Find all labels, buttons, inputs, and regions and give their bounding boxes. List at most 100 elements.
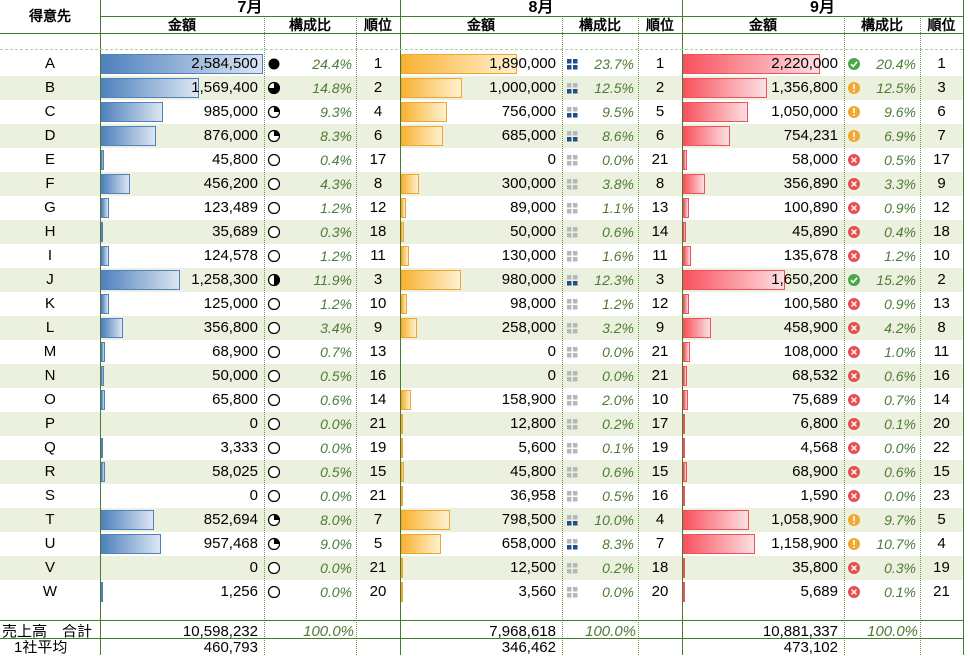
rank-jul[interactable]: 2 (356, 76, 400, 100)
amount-jul[interactable]: 456,200 (100, 172, 258, 196)
amount-jul[interactable]: 1,256 (100, 580, 258, 604)
amount-aug[interactable]: 36,958 (400, 484, 556, 508)
ratio-aug[interactable]: 1.6% (562, 244, 634, 268)
amount-jul[interactable]: 0 (100, 484, 258, 508)
ratio-aug[interactable]: 1.2% (562, 292, 634, 316)
ratio-sep[interactable]: 0.0% (844, 436, 916, 460)
ratio-aug[interactable]: 0.5% (562, 484, 634, 508)
amount-aug[interactable]: 980,000 (400, 268, 556, 292)
ratio-jul[interactable]: 0.0% (264, 436, 352, 460)
average-aug[interactable]: 346,462 (400, 640, 556, 656)
ratio-aug[interactable]: 10.0% (562, 508, 634, 532)
amount-aug[interactable]: 300,000 (400, 172, 556, 196)
ratio-aug[interactable]: 0.1% (562, 436, 634, 460)
ratio-jul[interactable]: 3.4% (264, 316, 352, 340)
customer-name[interactable]: G (0, 196, 100, 220)
rank-sep[interactable]: 20 (920, 412, 963, 436)
ratio-aug[interactable]: 12.5% (562, 76, 634, 100)
amount-aug[interactable]: 3,560 (400, 580, 556, 604)
rank-sep[interactable]: 12 (920, 196, 963, 220)
ratio-sep[interactable]: 0.0% (844, 484, 916, 508)
customer-name[interactable]: E (0, 148, 100, 172)
rank-aug[interactable]: 4 (638, 508, 682, 532)
amount-jul[interactable]: 985,000 (100, 100, 258, 124)
rank-sep[interactable]: 18 (920, 220, 963, 244)
rank-sep[interactable]: 23 (920, 484, 963, 508)
total-jul[interactable]: 10,598,232 (100, 624, 258, 640)
rank-jul[interactable]: 4 (356, 100, 400, 124)
rank-aug[interactable]: 19 (638, 436, 682, 460)
amount-sep[interactable]: 75,689 (682, 388, 838, 412)
amount-aug[interactable]: 45,800 (400, 460, 556, 484)
rank-jul[interactable]: 12 (356, 196, 400, 220)
ratio-sep[interactable]: 1.0% (844, 340, 916, 364)
amount-sep[interactable]: 100,580 (682, 292, 838, 316)
ratio-sep[interactable]: 9.7% (844, 508, 916, 532)
total-ratio-jul[interactable]: 100.0% (266, 624, 354, 640)
rank-jul[interactable]: 20 (356, 580, 400, 604)
amount-sep[interactable]: 5,689 (682, 580, 838, 604)
total-ratio-sep[interactable]: 100.0% (848, 624, 918, 640)
rank-sep[interactable]: 3 (920, 76, 963, 100)
col-header-rank-jul[interactable]: 順位 (356, 17, 400, 33)
col-header-amount-jul[interactable]: 金額 (100, 17, 264, 33)
rank-aug[interactable]: 10 (638, 388, 682, 412)
amount-jul[interactable]: 68,900 (100, 340, 258, 364)
ratio-sep[interactable]: 6.9% (844, 124, 916, 148)
rank-aug[interactable]: 11 (638, 244, 682, 268)
rank-jul[interactable]: 8 (356, 172, 400, 196)
amount-jul[interactable]: 356,800 (100, 316, 258, 340)
ratio-sep[interactable]: 0.5% (844, 148, 916, 172)
rank-jul[interactable]: 5 (356, 532, 400, 556)
customer-name[interactable]: W (0, 580, 100, 604)
rank-jul[interactable]: 3 (356, 268, 400, 292)
customer-name[interactable]: I (0, 244, 100, 268)
customer-name[interactable]: M (0, 340, 100, 364)
customer-header[interactable]: 得意先 (0, 8, 100, 24)
rank-sep[interactable]: 4 (920, 532, 963, 556)
rank-aug[interactable]: 14 (638, 220, 682, 244)
rank-jul[interactable]: 14 (356, 388, 400, 412)
ratio-jul[interactable]: 1.2% (264, 196, 352, 220)
customer-name[interactable]: P (0, 412, 100, 436)
ratio-sep[interactable]: 0.7% (844, 388, 916, 412)
amount-jul[interactable]: 876,000 (100, 124, 258, 148)
amount-jul[interactable]: 65,800 (100, 388, 258, 412)
ratio-jul[interactable]: 0.7% (264, 340, 352, 364)
rank-aug[interactable]: 21 (638, 340, 682, 364)
customer-name[interactable]: S (0, 484, 100, 508)
ratio-sep[interactable]: 0.1% (844, 580, 916, 604)
total-label[interactable]: 売上高 合計 (2, 624, 100, 640)
ratio-jul[interactable]: 0.3% (264, 220, 352, 244)
amount-sep[interactable]: 100,890 (682, 196, 838, 220)
amount-aug[interactable]: 258,000 (400, 316, 556, 340)
ratio-sep[interactable]: 0.3% (844, 556, 916, 580)
amount-sep[interactable]: 754,231 (682, 124, 838, 148)
rank-aug[interactable]: 3 (638, 268, 682, 292)
ratio-jul[interactable]: 1.2% (264, 244, 352, 268)
col-header-ratio-sep[interactable]: 構成比 (844, 17, 920, 33)
amount-aug[interactable]: 5,600 (400, 436, 556, 460)
rank-jul[interactable]: 13 (356, 340, 400, 364)
customer-name[interactable]: L (0, 316, 100, 340)
rank-jul[interactable]: 21 (356, 556, 400, 580)
ratio-sep[interactable]: 4.2% (844, 316, 916, 340)
rank-aug[interactable]: 7 (638, 532, 682, 556)
rank-jul[interactable]: 1 (356, 52, 400, 76)
amount-sep[interactable]: 108,000 (682, 340, 838, 364)
ratio-sep[interactable]: 0.1% (844, 412, 916, 436)
month-header-jul[interactable]: 7月 (100, 0, 400, 16)
rank-sep[interactable]: 5 (920, 508, 963, 532)
amount-aug[interactable]: 1,000,000 (400, 76, 556, 100)
ratio-aug[interactable]: 3.2% (562, 316, 634, 340)
amount-sep[interactable]: 4,568 (682, 436, 838, 460)
amount-aug[interactable]: 0 (400, 340, 556, 364)
amount-jul[interactable]: 0 (100, 412, 258, 436)
rank-sep[interactable]: 19 (920, 556, 963, 580)
ratio-jul[interactable]: 8.3% (264, 124, 352, 148)
ratio-jul[interactable]: 0.5% (264, 460, 352, 484)
amount-aug[interactable]: 1,890,000 (400, 52, 556, 76)
rank-aug[interactable]: 17 (638, 412, 682, 436)
rank-sep[interactable]: 7 (920, 124, 963, 148)
customer-name[interactable]: B (0, 76, 100, 100)
